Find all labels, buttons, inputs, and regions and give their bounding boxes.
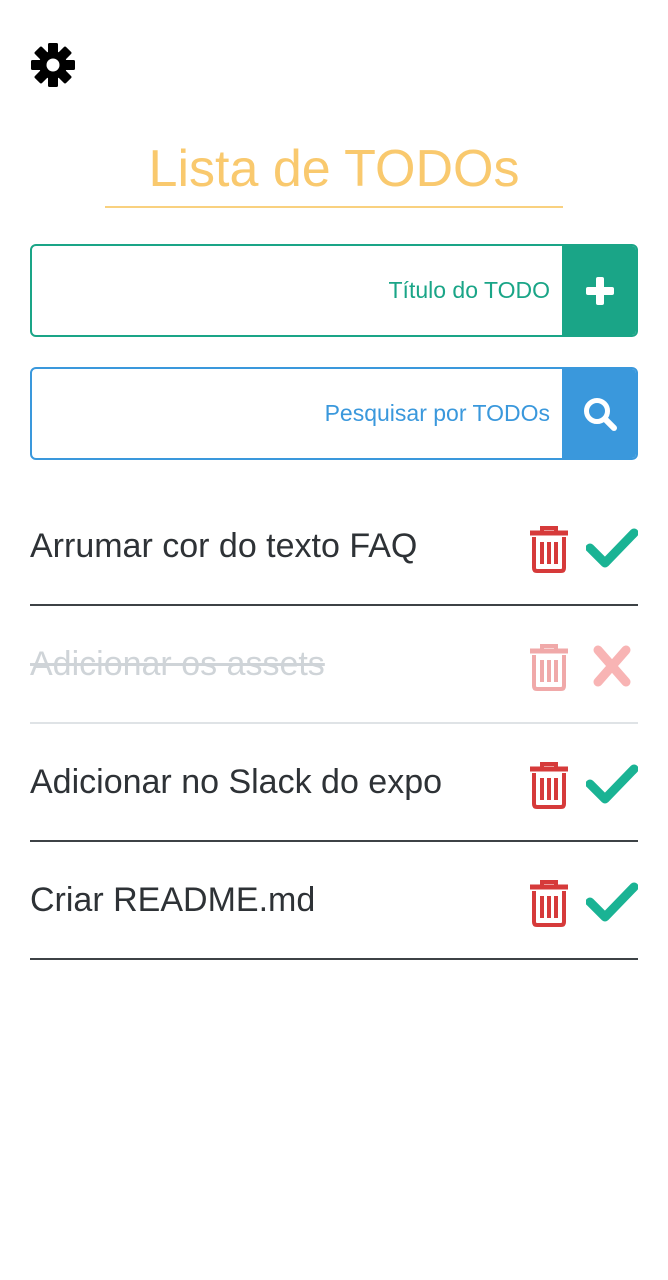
todo-item: Adicionar no Slack do expo bbox=[30, 724, 638, 842]
trash-icon bbox=[530, 644, 568, 691]
delete-button[interactable] bbox=[527, 642, 571, 692]
check-icon bbox=[586, 882, 638, 922]
search-button[interactable] bbox=[562, 369, 636, 458]
todo-text: Adicionar os assets bbox=[30, 645, 325, 683]
todo-text: Adicionar no Slack do expo bbox=[30, 763, 443, 801]
delete-button[interactable] bbox=[527, 760, 571, 810]
trash-icon bbox=[530, 762, 568, 809]
todo-item: Criar README.md bbox=[30, 842, 638, 960]
page-title: Lista de TODOs bbox=[148, 140, 520, 198]
search-icon bbox=[584, 397, 617, 431]
todo-title-input[interactable] bbox=[32, 246, 562, 335]
search-form bbox=[30, 367, 638, 460]
gear-icon bbox=[31, 43, 75, 87]
delete-button[interactable] bbox=[527, 878, 571, 928]
undo-button[interactable] bbox=[586, 644, 638, 688]
todo-text: Arrumar cor do texto FAQ bbox=[30, 527, 418, 565]
complete-button[interactable] bbox=[586, 762, 638, 806]
trash-icon bbox=[530, 526, 568, 573]
settings-button[interactable] bbox=[28, 40, 78, 90]
todo-list: Arrumar cor do texto FAQ Adicionar os as… bbox=[30, 488, 638, 960]
check-icon bbox=[586, 528, 638, 568]
add-todo-button[interactable] bbox=[562, 246, 636, 335]
check-icon bbox=[586, 764, 638, 804]
search-input[interactable] bbox=[32, 369, 562, 458]
trash-icon bbox=[530, 880, 568, 927]
todo-item-done: Adicionar os assets bbox=[30, 606, 638, 724]
complete-button[interactable] bbox=[586, 526, 638, 570]
x-icon bbox=[593, 645, 631, 687]
todo-text: Criar README.md bbox=[30, 881, 316, 919]
plus-icon bbox=[586, 276, 614, 305]
delete-button[interactable] bbox=[527, 524, 571, 574]
title-container: Lista de TODOs bbox=[105, 136, 563, 208]
todo-item: Arrumar cor do texto FAQ bbox=[30, 488, 638, 606]
complete-button[interactable] bbox=[586, 880, 638, 924]
add-todo-form bbox=[30, 244, 638, 337]
